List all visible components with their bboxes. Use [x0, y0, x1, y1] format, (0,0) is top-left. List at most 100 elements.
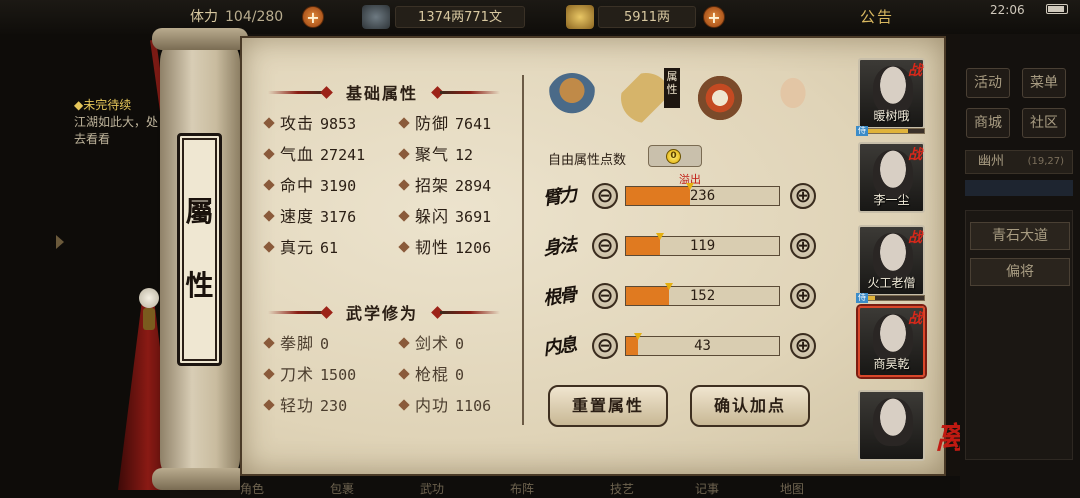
attribute-name: 根骨 — [541, 284, 577, 310]
stat-value: 0 — [455, 335, 465, 353]
title-ornament-right — [440, 311, 500, 314]
diamond-bullet-icon — [263, 117, 275, 129]
reset-attributes-button[interactable]: 重置属性 — [548, 385, 668, 427]
decrease-attribute-button[interactable]: ⊖ — [592, 283, 618, 309]
menu-main[interactable]: 菜单 — [1022, 68, 1066, 98]
location-lieutenant[interactable]: 偏将 — [970, 258, 1070, 286]
tab-attributes-label: 属性 — [664, 68, 680, 108]
stat-label: 真元 — [280, 238, 315, 257]
stat-value: 7641 — [455, 115, 492, 133]
title-ornament-left — [268, 311, 328, 314]
jade-bead-icon — [139, 288, 159, 308]
stat-item: 真元 61 — [263, 237, 338, 259]
stat-value: 1206 — [455, 239, 492, 257]
add-stamina-button[interactable]: + — [302, 6, 324, 28]
meridian-body-icon[interactable] — [768, 73, 818, 123]
stat-label: 气血 — [280, 145, 315, 164]
diamond-bullet-icon — [263, 399, 275, 411]
stat-label: 招架 — [415, 176, 450, 195]
increase-attribute-button[interactable]: ⊕ — [790, 183, 816, 209]
diamond-bullet-icon — [263, 337, 275, 349]
diamond-bullet-icon — [398, 117, 410, 129]
menu-shop[interactable]: 商城 — [966, 108, 1010, 138]
location-name: 幽州 — [978, 154, 1005, 169]
diamond-bullet-icon — [398, 179, 410, 191]
increase-attribute-button[interactable]: ⊕ — [790, 333, 816, 359]
location-bluestone-road[interactable]: 青石大道 — [970, 222, 1070, 250]
tassel-knot — [143, 308, 155, 330]
bottom-menu-formation[interactable]: 布阵 — [510, 480, 534, 497]
attribute-value: 43 — [694, 338, 711, 354]
free-points-label: 自由属性点数 — [548, 153, 627, 168]
team-member-card[interactable] — [858, 390, 925, 461]
scroll-cap-bottom — [152, 468, 248, 490]
equipment-hat-icon[interactable] — [547, 73, 597, 123]
bagua-icon[interactable] — [695, 73, 745, 123]
stat-item: 韧性 1206 — [398, 237, 492, 259]
panel-divider — [522, 75, 524, 425]
martial-cultivation-title: 武学修为 — [345, 304, 418, 323]
stat-label: 韧性 — [415, 238, 450, 257]
decrease-attribute-button[interactable]: ⊖ — [592, 183, 618, 209]
bottom-menu-character[interactable]: 角色 — [240, 480, 264, 497]
stat-value: 9853 — [320, 115, 357, 133]
diamond-bullet-icon — [398, 337, 410, 349]
direction-indicator — [965, 180, 1073, 196]
bottom-menu-martial[interactable]: 武功 — [420, 480, 444, 497]
diamond-bullet-icon — [398, 210, 410, 222]
bottom-menu-bag[interactable]: 包裹 — [330, 480, 354, 497]
decrease-attribute-button[interactable]: ⊖ — [592, 333, 618, 359]
diamond-bullet-icon — [263, 148, 275, 160]
expand-arrow-icon[interactable] — [56, 235, 64, 249]
stat-item: 轻功 230 — [263, 395, 347, 417]
plaque-char-2: 性 — [185, 269, 214, 302]
attribute-bar: 152 — [625, 283, 780, 306]
menu-community[interactable]: 社区 — [1022, 108, 1066, 138]
gold-value: 5911两 — [598, 6, 696, 28]
stat-value: 0 — [320, 335, 330, 353]
title-ornament-right — [440, 91, 500, 94]
stat-label: 躲闪 — [415, 207, 450, 226]
stat-item: 枪棍 0 — [398, 364, 465, 386]
copper-value: 1374两771文 — [395, 6, 525, 28]
plaque-char-1: 屬 — [185, 195, 214, 228]
attribute-value: 236 — [689, 188, 716, 204]
clock: 22:06 — [990, 3, 1025, 17]
attribute-name: 臂力 — [541, 184, 577, 210]
bottom-menu-journal[interactable]: 记事 — [695, 480, 719, 497]
diamond-bullet-icon — [263, 210, 275, 222]
stat-item: 聚气 12 — [398, 144, 473, 166]
confirm-points-button[interactable]: 确认加点 — [690, 385, 810, 427]
stat-label: 攻击 — [280, 114, 315, 133]
quest-text: 江湖如此大，处去看看 — [74, 115, 159, 146]
stat-item: 气血 27241 — [263, 144, 365, 166]
bottom-menu-bar: 角色 包裹 武功 布阵 技艺 记事 地图 — [240, 476, 960, 498]
attribute-value: 152 — [689, 288, 716, 304]
quest-title[interactable]: ◆未完待续 — [74, 96, 131, 113]
stat-item: 攻击 9853 — [263, 113, 357, 135]
menu-activity[interactable]: 活动 — [966, 68, 1010, 98]
attendant-tag: 侍 — [856, 126, 868, 136]
diamond-bullet-icon — [263, 241, 275, 253]
notice-button[interactable]: 公告 — [860, 6, 894, 27]
bottom-menu-skills[interactable]: 技艺 — [610, 480, 634, 497]
stat-item: 命中 3190 — [263, 175, 357, 197]
stat-value: 3176 — [320, 208, 357, 226]
battle-badge: 战 — [908, 230, 922, 246]
stat-value: 3190 — [320, 177, 357, 195]
bottom-menu-map[interactable]: 地图 — [780, 480, 804, 497]
free-points-value: 0 — [666, 149, 681, 164]
attribute-bar: 236 — [625, 183, 780, 206]
character-name: 商昊乾 — [873, 357, 910, 371]
decrease-attribute-button[interactable]: ⊖ — [592, 233, 618, 259]
stat-item: 剑术 0 — [398, 333, 465, 355]
gold-ingot-icon — [566, 5, 594, 29]
character-name: 李一尘 — [873, 193, 910, 207]
diamond-bullet-icon — [263, 179, 275, 191]
add-gold-button[interactable]: + — [703, 6, 725, 28]
stat-item: 防御 7641 — [398, 113, 492, 135]
increase-attribute-button[interactable]: ⊕ — [790, 283, 816, 309]
stat-value: 0 — [455, 366, 465, 384]
diamond-bullet-icon — [398, 148, 410, 160]
increase-attribute-button[interactable]: ⊕ — [790, 233, 816, 259]
